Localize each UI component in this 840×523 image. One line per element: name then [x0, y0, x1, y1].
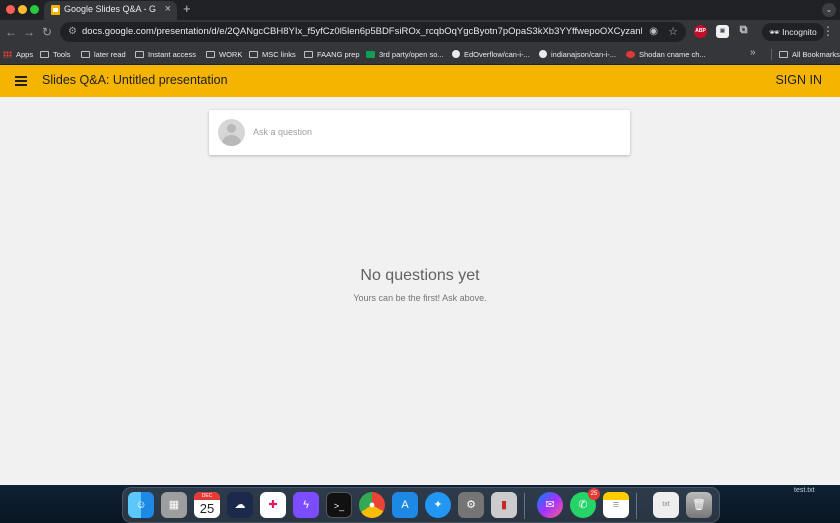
desktop-file-label[interactable]: test.txt [794, 487, 815, 494]
maximize-window-button[interactable] [30, 5, 39, 14]
trash-icon[interactable]: 🗑 [686, 492, 712, 518]
bookmark-later-read[interactable]: later read [81, 48, 126, 61]
empty-state-subtitle: Yours can be the first! Ask above. [353, 293, 487, 303]
github-icon [539, 50, 547, 58]
bookmark-shodan[interactable]: Shodan cname ch... [626, 48, 706, 61]
app-store-icon[interactable]: A [392, 492, 418, 518]
extension-icon[interactable]: ▣ [716, 25, 729, 38]
cloud-app-icon[interactable]: ☁ [227, 492, 253, 518]
folder-icon [206, 51, 215, 58]
slack-icon[interactable]: ✚ [260, 492, 286, 518]
sign-in-button[interactable]: SIGN IN [775, 73, 822, 87]
notes-icon[interactable]: ≡ [603, 492, 629, 518]
folder-icon [779, 51, 788, 58]
bookmark-all-bookmarks[interactable]: All Bookmarks [779, 48, 840, 61]
incognito-label: Incognito [782, 27, 817, 37]
github-icon [452, 50, 460, 58]
app-header: Slides Q&A: Untitled presentation SIGN I… [0, 65, 840, 97]
incognito-indicator[interactable]: 🕶 Incognito [762, 23, 824, 41]
folder-icon [40, 51, 49, 58]
close-window-button[interactable] [6, 5, 15, 14]
new-tab-button[interactable]: + [183, 1, 191, 16]
slides-favicon-icon [51, 5, 60, 15]
sheets-icon [366, 51, 375, 58]
main-content: No questions yet Yours can be the first!… [0, 97, 840, 485]
dock: ☺ ▦ DEC 25 ☁ ✚ ϟ >_ ● A ✦ ⚙ ▮ ✉ ✆ 25 ≡ t… [122, 487, 720, 523]
bookmark-instant-access[interactable]: Instant access [135, 48, 196, 61]
avatar [218, 119, 245, 146]
bookmark-tools[interactable]: Tools [40, 48, 71, 61]
back-arrow-icon[interactable]: ← [5, 24, 17, 40]
chrome-icon[interactable]: ● [359, 492, 385, 518]
incognito-icon: 🕶 [769, 27, 780, 37]
hamburger-menu-icon[interactable] [15, 76, 27, 86]
site-info-icon[interactable]: ⚙ [68, 26, 77, 37]
reload-icon[interactable]: ↻ [42, 24, 52, 40]
bookmarks-bar: Apps Tools later read Instant access WOR… [0, 44, 840, 65]
apps-grid-icon [3, 51, 12, 58]
system-settings-icon[interactable]: ⚙ [458, 492, 484, 518]
shodan-icon [626, 51, 635, 58]
messenger-icon[interactable]: ✉ [537, 492, 563, 518]
terminal-icon[interactable]: >_ [326, 492, 352, 518]
tab-title: Google Slides Q&A - Google [64, 4, 156, 14]
browser-menu-icon[interactable]: ⋮ [822, 24, 834, 38]
extensions-puzzle-icon[interactable]: ⧉ [737, 24, 750, 37]
desktop-background: test.txt ☺ ▦ DEC 25 ☁ ✚ ϟ >_ ● A ✦ ⚙ ▮ ✉… [0, 485, 840, 523]
preview-icon[interactable]: ▮ [491, 492, 517, 518]
bookmarks-divider [771, 49, 772, 60]
dock-divider [524, 493, 525, 519]
dock-divider [636, 493, 637, 519]
finder-icon[interactable]: ☺ [128, 492, 154, 518]
url-text[interactable]: docs.google.com/presentation/d/e/2QANgcC… [82, 26, 642, 37]
bookmark-work[interactable]: WORK [206, 48, 242, 61]
browser-tab-strip: Google Slides Q&A - Google × + ⌄ [0, 0, 840, 20]
bookmark-indianajson[interactable]: indianajson/can-i-... [539, 48, 616, 61]
whatsapp-badge: 25 [588, 488, 600, 500]
tab-search-icon[interactable]: ⌄ [822, 3, 836, 17]
bookmark-msc-links[interactable]: MSC links [249, 48, 296, 61]
page-title: Slides Q&A: Untitled presentation [42, 73, 228, 87]
forward-arrow-icon[interactable]: → [23, 24, 35, 40]
empty-state-title: No questions yet [360, 267, 480, 284]
bookmark-faang-prep[interactable]: FAANG prep [304, 48, 360, 61]
bookmark-edoverflow[interactable]: EdOverflow/can-i-... [452, 48, 530, 61]
tab-close-icon[interactable]: × [165, 3, 171, 15]
text-file-icon[interactable]: txt [653, 492, 679, 518]
ask-question-card [209, 110, 630, 155]
eye-off-icon[interactable]: ◉ [649, 26, 658, 37]
ask-question-input[interactable] [253, 124, 613, 140]
folder-icon [135, 51, 144, 58]
calendar-icon[interactable]: DEC 25 [194, 492, 220, 518]
active-tab[interactable]: Google Slides Q&A - Google × [44, 1, 177, 20]
bookmark-3rd-party[interactable]: 3rd party/open so... [366, 48, 444, 61]
address-bar[interactable]: ⚙ docs.google.com/presentation/d/e/2QANg… [60, 22, 686, 42]
bookmark-star-icon[interactable]: ☆ [668, 25, 678, 38]
adblock-extension-icon[interactable]: ABP [694, 25, 707, 38]
browser-toolbar: ← → ↻ ⚙ docs.google.com/presentation/d/e… [0, 20, 840, 44]
folder-icon [304, 51, 313, 58]
more-bookmarks-chevron-icon[interactable]: » [750, 47, 756, 58]
minimize-window-button[interactable] [18, 5, 27, 14]
folder-icon [249, 51, 258, 58]
launchpad-icon[interactable]: ▦ [161, 492, 187, 518]
safari-icon[interactable]: ✦ [425, 492, 451, 518]
bolt-app-icon[interactable]: ϟ [293, 492, 319, 518]
whatsapp-icon[interactable]: ✆ 25 [570, 488, 600, 518]
bookmark-apps[interactable]: Apps [3, 48, 33, 61]
folder-icon [81, 51, 90, 58]
